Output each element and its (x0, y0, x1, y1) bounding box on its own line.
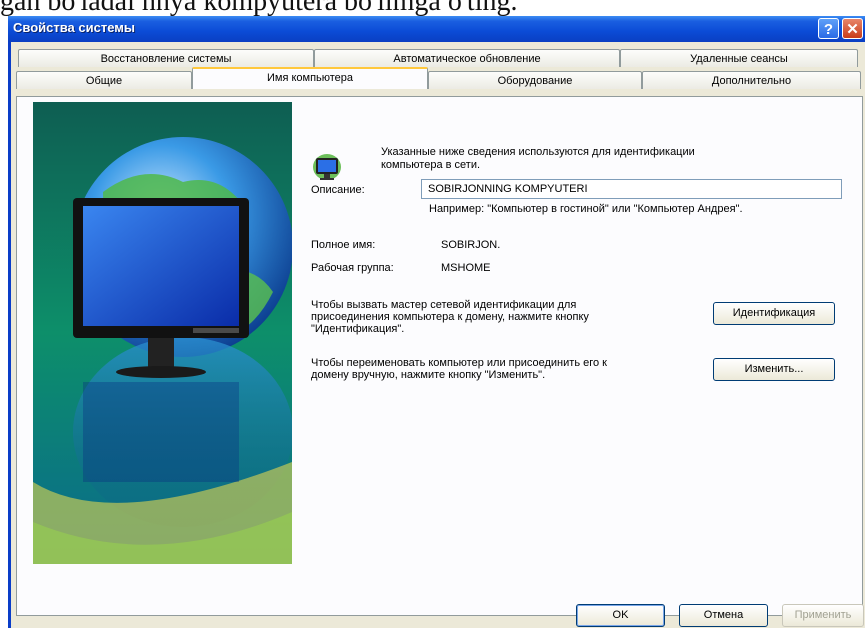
tab-system-restore[interactable]: Восстановление системы (18, 49, 314, 67)
wizard-text-line2: присоединения компьютера к домену, нажми… (311, 311, 589, 323)
tab-general[interactable]: Общие (16, 71, 192, 89)
cancel-button[interactable]: Отмена (679, 604, 768, 627)
wizard-text-line1: Чтобы вызвать мастер сетевой идентификац… (311, 299, 577, 311)
system-properties-window: Свойства системы ? ✕ Восстановление сист… (8, 16, 865, 628)
full-name-value: SOBIRJON. (441, 239, 501, 251)
wizard-text-line3: "Идентификация". (311, 323, 405, 335)
apply-button[interactable]: Применить (782, 604, 864, 627)
identification-button[interactable]: Идентификация (713, 302, 835, 325)
computer-globe-illustration (33, 102, 292, 564)
intro-text-line2: компьютера в сети. (381, 159, 481, 171)
description-input[interactable] (421, 179, 842, 199)
tab-computer-name[interactable]: Имя компьютера (192, 67, 428, 89)
ok-button[interactable]: OK (576, 604, 665, 627)
close-button[interactable]: ✕ (842, 18, 863, 39)
rename-text-line1: Чтобы переименовать компьютер или присое… (311, 357, 607, 369)
title-bar[interactable]: Свойства системы ? ✕ (8, 16, 865, 42)
tab-advanced[interactable]: Дополнительно (642, 71, 861, 89)
change-button[interactable]: Изменить... (713, 358, 835, 381)
tab-automatic-updates[interactable]: Автоматическое обновление (314, 49, 620, 67)
help-button[interactable]: ? (818, 18, 839, 39)
computer-icon (311, 153, 343, 183)
description-example: Например: "Компьютер в гостиной" или "Ко… (429, 203, 743, 215)
full-name-label: Полное имя: (311, 239, 376, 251)
workgroup-label: Рабочая группа: (311, 262, 394, 274)
rename-text-line2: домену вручную, нажмите кнопку "Изменить… (311, 369, 546, 381)
dialog-client-area: Восстановление системы Автоматическое об… (11, 42, 865, 628)
tab-hardware[interactable]: Оборудование (428, 71, 642, 89)
intro-text-line1: Указанные ниже сведения используются для… (381, 146, 695, 158)
window-title: Свойства системы (13, 20, 135, 35)
workgroup-value: MSHOME (441, 262, 491, 274)
description-label: Описание: (311, 184, 365, 196)
tab-remote-sessions[interactable]: Удаленные сеансы (620, 49, 858, 67)
